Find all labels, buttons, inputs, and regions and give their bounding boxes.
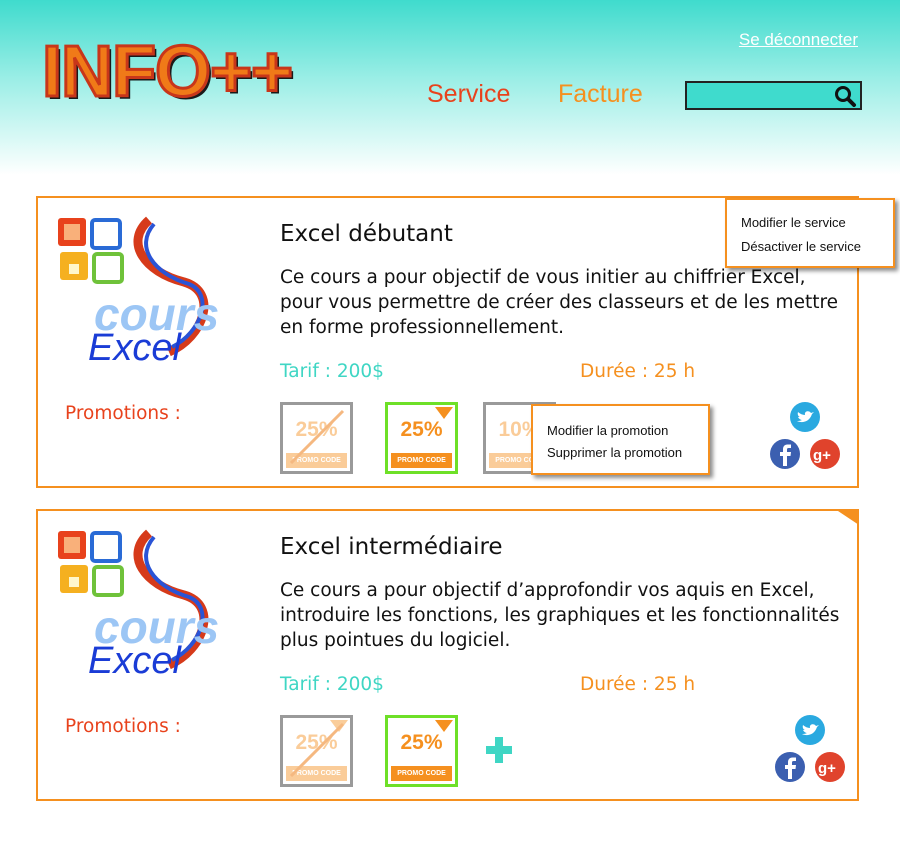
facebook-icon[interactable]	[769, 438, 801, 470]
google-plus-icon[interactable]: g+	[809, 438, 841, 470]
svg-text:g+: g+	[813, 447, 831, 464]
logo-word-excel: Excel	[88, 327, 182, 369]
promotions-label: Promotions :	[65, 403, 181, 424]
search-icon[interactable]	[833, 85, 857, 107]
twitter-icon[interactable]	[789, 401, 821, 433]
course-card: cours Excel Excel intermédiaire Ce cours…	[36, 509, 859, 801]
facebook-icon[interactable]	[774, 751, 806, 783]
search-box	[685, 81, 862, 110]
course-tarif: Tarif : 200$	[280, 361, 384, 382]
strike-line	[289, 722, 345, 778]
svg-text:g+: g+	[818, 760, 836, 777]
delete-promo-item[interactable]: Supprimer la promotion	[547, 445, 682, 460]
promo-value: 25%	[400, 418, 443, 441]
modify-promo-item[interactable]: Modifier la promotion	[547, 423, 668, 438]
promo-badge[interactable]: 25% PROMO CODE	[280, 402, 353, 474]
add-promo-icon[interactable]	[484, 735, 514, 765]
promo-code-label: PROMO CODE	[391, 453, 452, 468]
promo-badge-active[interactable]: 25% PROMO CODE	[385, 402, 458, 474]
nav-service[interactable]: Service	[427, 80, 510, 109]
logout-link[interactable]: Se déconnecter	[739, 30, 858, 50]
logo-word-excel: Excel	[88, 640, 182, 682]
course-title: Excel intermédiaire	[280, 534, 503, 560]
promo-context-menu: Modifier la promotion Supprimer la promo…	[531, 404, 710, 475]
search-input[interactable]	[689, 85, 829, 106]
promo-badge[interactable]: 25% PROMO CODE	[280, 715, 353, 787]
course-tarif: Tarif : 200$	[280, 674, 384, 695]
service-context-menu: Modifier le service Désactiver le servic…	[725, 198, 895, 268]
google-plus-icon[interactable]: g+	[814, 751, 846, 783]
strike-line	[289, 409, 345, 465]
course-duree: Durée : 25 h	[580, 361, 696, 382]
site-logo[interactable]: INFO++	[40, 31, 294, 114]
modify-service-item[interactable]: Modifier le service	[741, 215, 846, 230]
card-menu-toggle[interactable]	[835, 509, 859, 525]
excel-course-logo: cours Excel	[58, 216, 219, 369]
deactivate-service-item[interactable]: Désactiver le service	[741, 239, 861, 254]
promo-code-label: PROMO CODE	[391, 766, 452, 781]
course-description: Ce cours a pour objectif de vous initier…	[280, 267, 839, 338]
course-description: Ce cours a pour objectif d’approfondir v…	[280, 580, 840, 651]
twitter-icon[interactable]	[794, 714, 826, 746]
course-title: Excel débutant	[280, 221, 453, 247]
promo-value: 25%	[400, 731, 443, 754]
promo-badge-active[interactable]: 25% PROMO CODE	[385, 715, 458, 787]
nav-facture[interactable]: Facture	[558, 80, 643, 109]
excel-course-logo: cours Excel	[58, 529, 219, 682]
promotions-label: Promotions :	[65, 716, 181, 737]
course-duree: Durée : 25 h	[580, 674, 696, 695]
